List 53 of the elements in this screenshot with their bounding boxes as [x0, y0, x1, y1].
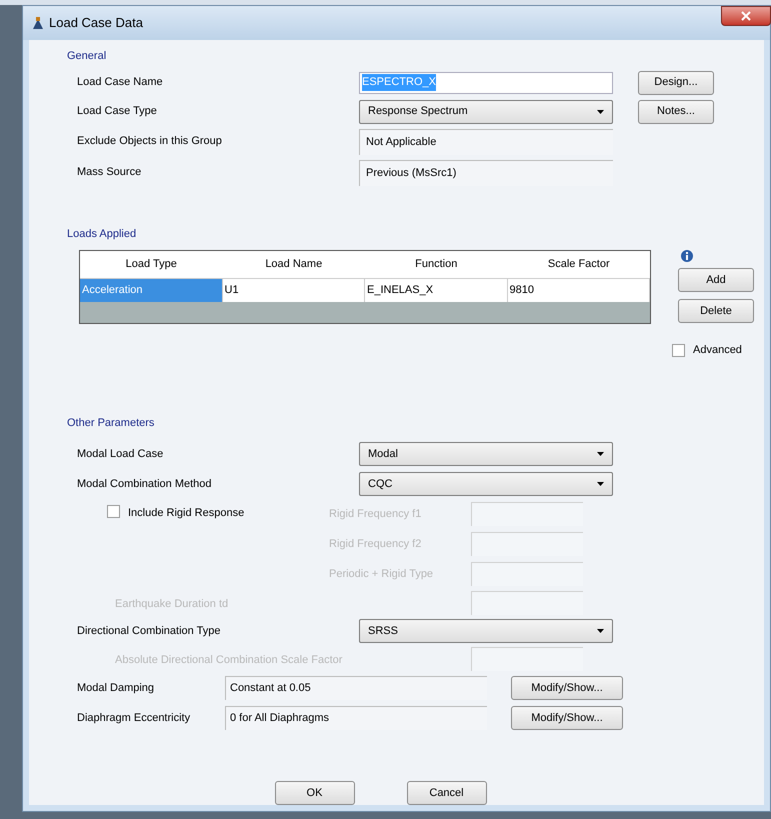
field-label: Load Case Type — [77, 104, 158, 120]
field-label: Rigid Frequency f2 — [329, 536, 422, 552]
dialog-button[interactable]: Cancel — [406, 781, 486, 805]
dialog-button[interactable]: OK — [274, 781, 354, 805]
column-header: Scale Factor — [546, 257, 611, 272]
app-icon — [31, 16, 45, 30]
checkbox[interactable] — [672, 344, 685, 357]
field-label: Diaphragm Eccentricity — [77, 710, 192, 726]
section-title: General — [67, 49, 108, 64]
field-label: Mass Source — [77, 165, 142, 180]
info-icon[interactable] — [681, 250, 693, 262]
field-label: Exclude Objects in this Group — [77, 134, 223, 150]
caret-icon — [597, 629, 604, 633]
table-cell[interactable]: E_INELAS_X — [365, 279, 508, 302]
field-label: Earthquake Duration td — [115, 598, 228, 610]
checkbox-label: Advanced — [693, 343, 742, 358]
field-label: Rigid Frequency f1 — [329, 506, 422, 522]
column-header: Load Type — [124, 257, 178, 272]
modify-show-button[interactable]: Modify/Show... — [511, 676, 623, 700]
field-label: Modal Load Case — [77, 446, 164, 462]
readonly-field: 0 for All Diaphragms — [225, 706, 487, 730]
readonly-field: Not Applicable — [359, 128, 613, 154]
side-button[interactable]: Notes... — [638, 100, 714, 124]
section-title: Other Parameters — [67, 416, 156, 430]
table-cell[interactable]: U1 — [222, 279, 365, 302]
caret-icon — [597, 482, 604, 486]
close-button[interactable] — [721, 6, 771, 26]
field-label: Absolute Directional Combination Scale Factor — [115, 654, 342, 666]
window-title: Load Case Data — [49, 14, 143, 32]
field-label: Modal Combination Method — [77, 476, 213, 492]
checkbox[interactable] — [107, 505, 120, 518]
table-cell[interactable]: 9810 — [508, 279, 650, 302]
dropdown[interactable]: Response Spectrum — [359, 100, 613, 124]
field-label: Periodic + Rigid Type — [329, 566, 434, 582]
table-button[interactable]: Delete — [678, 299, 754, 323]
close-icon — [741, 11, 751, 21]
table-button[interactable]: Add — [678, 268, 754, 292]
caret-icon — [597, 452, 604, 456]
dropdown[interactable]: SRSS — [359, 619, 613, 643]
field-label: Directional Combination Type — [77, 624, 222, 639]
field-label: Modal Damping — [77, 680, 156, 696]
caret-icon — [597, 110, 604, 114]
column-header: Function — [414, 257, 458, 272]
modify-show-button[interactable]: Modify/Show... — [511, 706, 623, 730]
readonly-field: Previous (MsSrc1) — [359, 160, 613, 186]
dropdown[interactable]: Modal — [359, 442, 613, 466]
section-title: Loads Applied — [67, 226, 138, 242]
dropdown[interactable]: CQC — [359, 472, 613, 496]
column-header: Load Name — [264, 257, 324, 272]
readonly-field: Constant at 0.05 — [225, 676, 487, 700]
side-button[interactable]: Design... — [638, 70, 714, 94]
field-label: Load Case Name — [77, 75, 164, 90]
checkbox-label: Include Rigid Response — [128, 506, 244, 521]
